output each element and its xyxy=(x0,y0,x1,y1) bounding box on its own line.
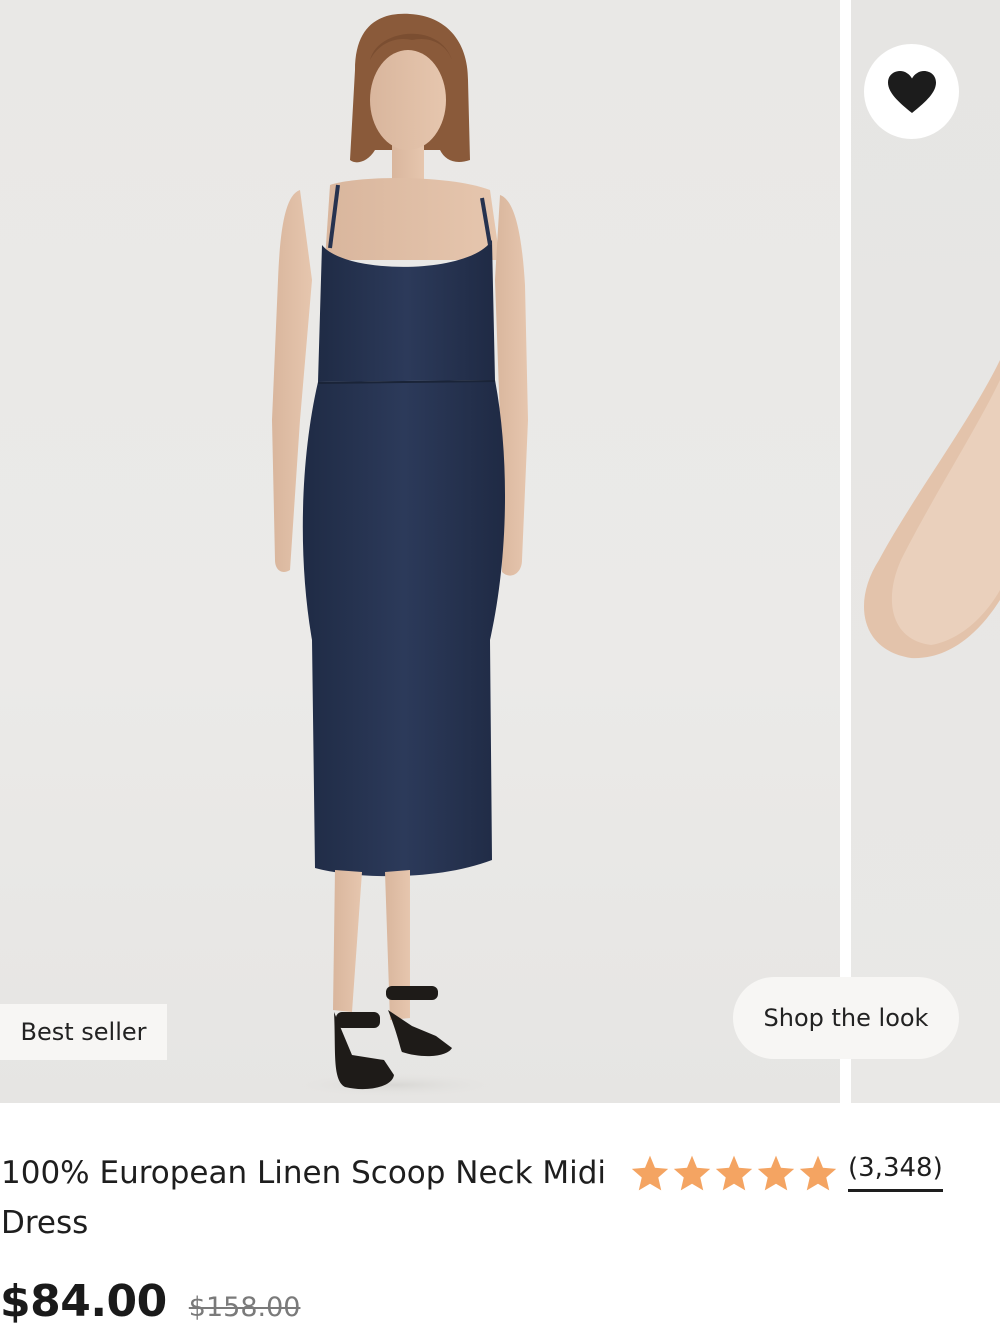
heart-icon xyxy=(887,70,936,113)
product-photo-next[interactable] xyxy=(851,0,1000,1103)
star-icon xyxy=(799,1155,837,1190)
review-count-link[interactable]: (3,348) xyxy=(848,1153,943,1192)
star-icon xyxy=(631,1155,669,1190)
product-photo-main[interactable] xyxy=(0,0,840,1103)
favorite-button[interactable] xyxy=(864,44,959,139)
model-photo-detail xyxy=(863,360,1000,659)
best-seller-badge: Best seller xyxy=(0,1004,167,1060)
original-price: $158.00 xyxy=(188,1292,301,1323)
product-title[interactable]: 100% European Linen Scoop Neck Midi Dres… xyxy=(1,1148,611,1248)
star-icon xyxy=(757,1155,795,1190)
product-rating[interactable]: (3,348) xyxy=(630,1150,943,1195)
star-icon xyxy=(715,1155,753,1190)
price-row: $84.00 $158.00 xyxy=(0,1276,300,1327)
rating-stars xyxy=(630,1154,838,1192)
shop-the-look-button[interactable]: Shop the look xyxy=(733,977,959,1059)
sale-price: $84.00 xyxy=(0,1276,167,1327)
product-image-carousel[interactable]: Best seller Shop the look xyxy=(0,0,1000,1103)
star-icon xyxy=(673,1155,711,1190)
model-photo xyxy=(272,13,528,1099)
